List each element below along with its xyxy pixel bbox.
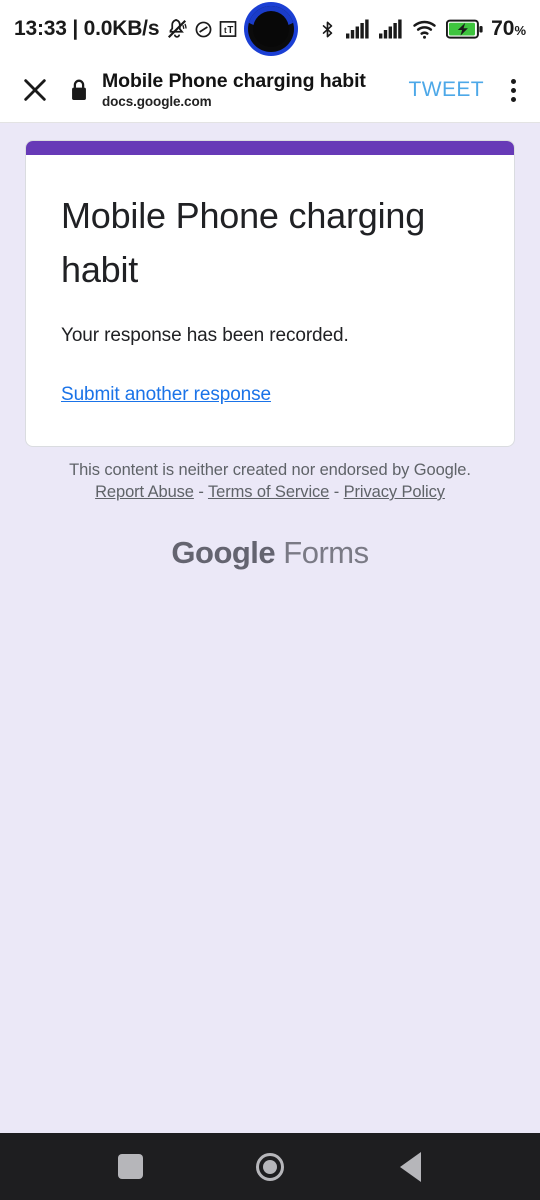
form-accent-bar (26, 141, 514, 155)
submit-another-response-link[interactable]: Submit another response (61, 384, 271, 406)
report-abuse-link[interactable]: Report Abuse (95, 483, 194, 501)
close-button[interactable] (8, 62, 62, 118)
privacy-policy-link[interactable]: Privacy Policy (344, 483, 445, 501)
link-separator: - (329, 483, 344, 501)
logo-google-word: Google (171, 535, 276, 570)
wifi-icon (412, 19, 437, 39)
nav-home-button[interactable] (238, 1139, 302, 1195)
menu-dot (510, 78, 516, 84)
web-page-content: Mobile Phone charging habit Your respons… (0, 123, 540, 1133)
bluetooth-icon (318, 18, 337, 41)
confirmation-message: Your response has been recorded. (61, 325, 349, 346)
more-vertical-icon[interactable] (490, 62, 536, 118)
form-title: Mobile Phone charging habit (61, 195, 426, 290)
battery-charging-icon (446, 19, 484, 40)
google-disclaimer: This content is neither created nor endo… (69, 461, 471, 479)
site-info[interactable]: Mobile Phone charging habit docs.google.… (102, 71, 403, 110)
tweet-button[interactable]: TWEET (403, 70, 491, 110)
circle-home-icon (256, 1152, 284, 1181)
triangle-back-icon (399, 1151, 421, 1182)
battery-percent-label: 70% (491, 17, 526, 40)
camera-cutout (248, 6, 294, 52)
form-confirmation-card: Mobile Phone charging habit Your respons… (25, 140, 515, 447)
close-icon (24, 79, 46, 101)
svg-text:T: T (228, 25, 234, 36)
android-navigation-bar (0, 1133, 540, 1200)
in-app-browser-bar: Mobile Phone charging habit docs.google.… (0, 58, 540, 123)
status-clock: 13:33 | 0.0KB/s (14, 17, 160, 40)
browser-page-title: Mobile Phone charging habit (102, 70, 366, 92)
form-card-body: Mobile Phone charging habit Your respons… (26, 155, 514, 446)
menu-dot (510, 96, 516, 102)
menu-dot (510, 87, 516, 93)
logo-forms-word: Forms (275, 535, 369, 570)
status-bar-right: 70% (318, 17, 526, 41)
signal-sim1-icon (346, 19, 370, 39)
status-bar-left: 13:33 | 0.0KB/s t T (14, 17, 237, 41)
svg-text:t: t (224, 26, 227, 35)
terms-of-service-link[interactable]: Terms of Service (208, 483, 329, 501)
lock-icon (68, 77, 90, 103)
signal-sim2-icon (379, 19, 403, 39)
data-saver-icon (195, 21, 212, 38)
form-footer: This content is neither created nor endo… (0, 461, 540, 502)
square-recents-icon (117, 1154, 143, 1179)
nav-back-button[interactable] (378, 1139, 442, 1195)
footer-links: Report Abuse - Terms of Service - Privac… (0, 483, 540, 502)
google-forms-logo: Google Forms (0, 535, 540, 571)
nav-recents-button[interactable] (98, 1139, 162, 1195)
notifications-muted-icon (166, 18, 188, 40)
link-separator: - (193, 483, 208, 501)
browser-url: docs.google.com (102, 94, 212, 110)
text-size-icon: t T (219, 20, 237, 38)
